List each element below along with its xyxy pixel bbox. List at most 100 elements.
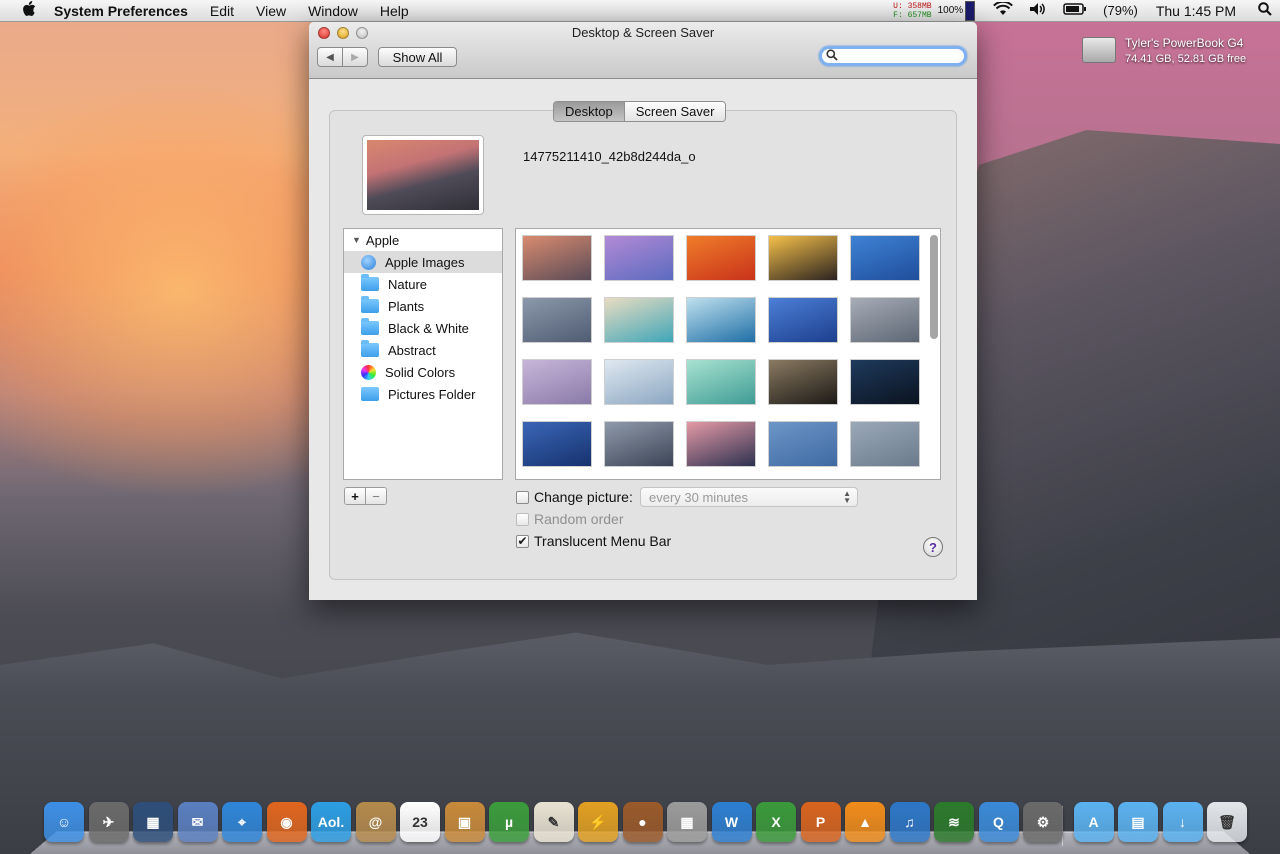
wallpaper-thumbnail[interactable] (686, 297, 756, 343)
word-icon[interactable]: W (711, 802, 752, 842)
spotlight-search-icon[interactable] (1250, 2, 1280, 19)
calculator-icon[interactable]: ▦ (667, 802, 707, 842)
apple-logo-icon[interactable] (16, 0, 42, 21)
mem-used-value: 358MB (907, 1, 932, 11)
translucent-menu-bar-checkbox[interactable]: ✔ (516, 534, 529, 548)
winamp-icon[interactable]: ⚡ (578, 802, 618, 842)
calendar-icon[interactable]: 23 (400, 802, 440, 842)
wallpaper-thumbnail[interactable] (850, 235, 920, 281)
acorn-icon[interactable]: ● (622, 802, 663, 842)
wallpaper-thumbnail[interactable] (686, 359, 756, 405)
menu-bar: System Preferences Edit View Window Help… (0, 0, 1280, 22)
menu-edit[interactable]: Edit (199, 3, 245, 19)
firefox-icon[interactable]: ◉ (266, 802, 307, 842)
wallpaper-thumbnail[interactable] (850, 359, 920, 405)
back-forward-group: ◀ ▶ (317, 47, 368, 67)
wallpaper-thumbnail[interactable] (604, 359, 674, 405)
source-item-pictures-folder[interactable]: Pictures Folder (344, 383, 502, 405)
mission-control-icon[interactable]: ▦ (133, 802, 173, 842)
applications-folder-icon[interactable]: A (1073, 802, 1114, 842)
wallpaper-thumbnail[interactable] (522, 421, 592, 467)
menu-app-name[interactable]: System Preferences (42, 3, 199, 19)
source-item-label: Pictures Folder (388, 386, 476, 402)
system-preferences-icon[interactable]: ⚙ (1023, 802, 1063, 842)
menu-view[interactable]: View (245, 3, 297, 19)
iphoto-icon[interactable]: ▣ (444, 802, 485, 842)
safari-icon[interactable]: ⌖ (222, 802, 262, 842)
wifi-icon[interactable] (985, 0, 1021, 19)
aol-icon[interactable]: Aol. (311, 802, 351, 842)
grid-scrollbar[interactable] (930, 235, 938, 339)
launchpad-icon[interactable]: ✈ (88, 802, 129, 842)
interval-select[interactable]: every 30 minutes ▲ ▼ (640, 487, 858, 507)
back-arrow-icon[interactable]: ◀ (318, 48, 342, 66)
mail-icon[interactable]: ✉ (177, 802, 218, 842)
source-item-solid-colors[interactable]: Solid Colors (344, 361, 502, 383)
finder-icon[interactable]: ☺ (44, 802, 84, 842)
source-group-apple[interactable]: ▼ Apple (344, 229, 502, 251)
hard-drive-icon[interactable] (1080, 33, 1120, 67)
window-title: Desktop & Screen Saver (571, 25, 715, 40)
battery-percent[interactable]: (79%) (1095, 3, 1146, 18)
source-item-abstract[interactable]: Abstract (344, 339, 502, 361)
change-picture-checkbox[interactable] (516, 490, 529, 504)
source-item-label: Solid Colors (385, 364, 456, 380)
cpu-percent[interactable]: 100% (938, 5, 964, 16)
wallpaper-thumbnail[interactable] (768, 235, 838, 281)
wallpaper-thumbnail[interactable] (768, 421, 838, 467)
forward-arrow-icon[interactable]: ▶ (342, 48, 367, 66)
folder-icon (361, 340, 379, 357)
wallpaper-thumbnail[interactable] (604, 235, 674, 281)
wallpaper-thumbnail[interactable] (686, 235, 756, 281)
tab-screen-saver[interactable]: Screen Saver (624, 102, 726, 121)
volume-icon[interactable] (1021, 2, 1055, 19)
wallpaper-thumbnail[interactable] (850, 297, 920, 343)
source-item-black-white[interactable]: Black & White (344, 317, 502, 339)
menu-help[interactable]: Help (369, 3, 420, 19)
excel-icon[interactable]: X (756, 802, 796, 842)
tab-desktop[interactable]: Desktop (554, 102, 625, 121)
source-item-label: Apple Images (385, 254, 465, 270)
menu-extras: U: 358MB F: 657MB 100% (79%) Thu 1:45 PM (893, 0, 1280, 22)
search-input[interactable] (841, 48, 963, 64)
battery-icon[interactable] (1055, 3, 1095, 18)
spotify-icon[interactable]: ≋ (934, 802, 974, 842)
powerpoint-icon[interactable]: P (800, 802, 841, 842)
disclosure-triangle-icon[interactable]: ▼ (352, 235, 361, 245)
documents-folder-icon[interactable]: ▤ (1118, 802, 1158, 842)
hard-drive-label[interactable]: Tyler's PowerBook G4 74.41 GB, 52.81 GB … (1125, 36, 1246, 65)
translucent-menu-bar-option[interactable]: ✔ Translucent Menu Bar (516, 533, 671, 549)
wallpaper-thumbnail[interactable] (850, 421, 920, 467)
show-all-button[interactable]: Show All (378, 47, 457, 67)
wallpaper-thumbnail[interactable] (768, 297, 838, 343)
change-picture-option[interactable]: Change picture: (516, 489, 633, 505)
menu-window[interactable]: Window (297, 3, 369, 19)
source-item-nature[interactable]: Nature (344, 273, 502, 295)
random-order-label: Random order (534, 511, 624, 527)
vlc-icon[interactable]: ▲ (845, 802, 885, 842)
wallpaper-thumbnail[interactable] (686, 421, 756, 467)
source-item-plants[interactable]: Plants (344, 295, 502, 317)
help-button[interactable]: ? (923, 537, 943, 557)
wallpaper-thumbnail[interactable] (522, 297, 592, 343)
utorrent-icon[interactable]: µ (489, 802, 529, 842)
address-book-icon[interactable]: @ (355, 802, 396, 842)
textedit-icon[interactable]: ✎ (533, 802, 574, 842)
wallpaper-thumbnail[interactable] (604, 297, 674, 343)
source-item-apple-images[interactable]: Apple Images (344, 251, 502, 273)
wallpaper-thumbnail[interactable] (768, 359, 838, 405)
trash-icon[interactable]: 🗑 (1207, 802, 1247, 842)
downloads-folder-icon[interactable]: ↓ (1162, 802, 1203, 842)
quicktime-icon[interactable]: Q (978, 802, 1019, 842)
wallpaper-thumbnail[interactable] (522, 359, 592, 405)
memory-monitor[interactable]: U: 358MB F: 657MB (893, 2, 931, 20)
add-folder-button[interactable]: + (345, 488, 365, 504)
wallpaper-thumbnail[interactable] (604, 421, 674, 467)
translucent-menu-bar-label: Translucent Menu Bar (534, 533, 672, 549)
itunes-icon[interactable]: ♫ (889, 802, 930, 842)
search-field[interactable] (819, 46, 967, 66)
random-order-checkbox (516, 512, 529, 526)
remove-folder-button[interactable]: − (365, 488, 386, 504)
menu-clock[interactable]: Thu 1:45 PM (1146, 3, 1250, 19)
wallpaper-thumbnail[interactable] (522, 235, 592, 281)
